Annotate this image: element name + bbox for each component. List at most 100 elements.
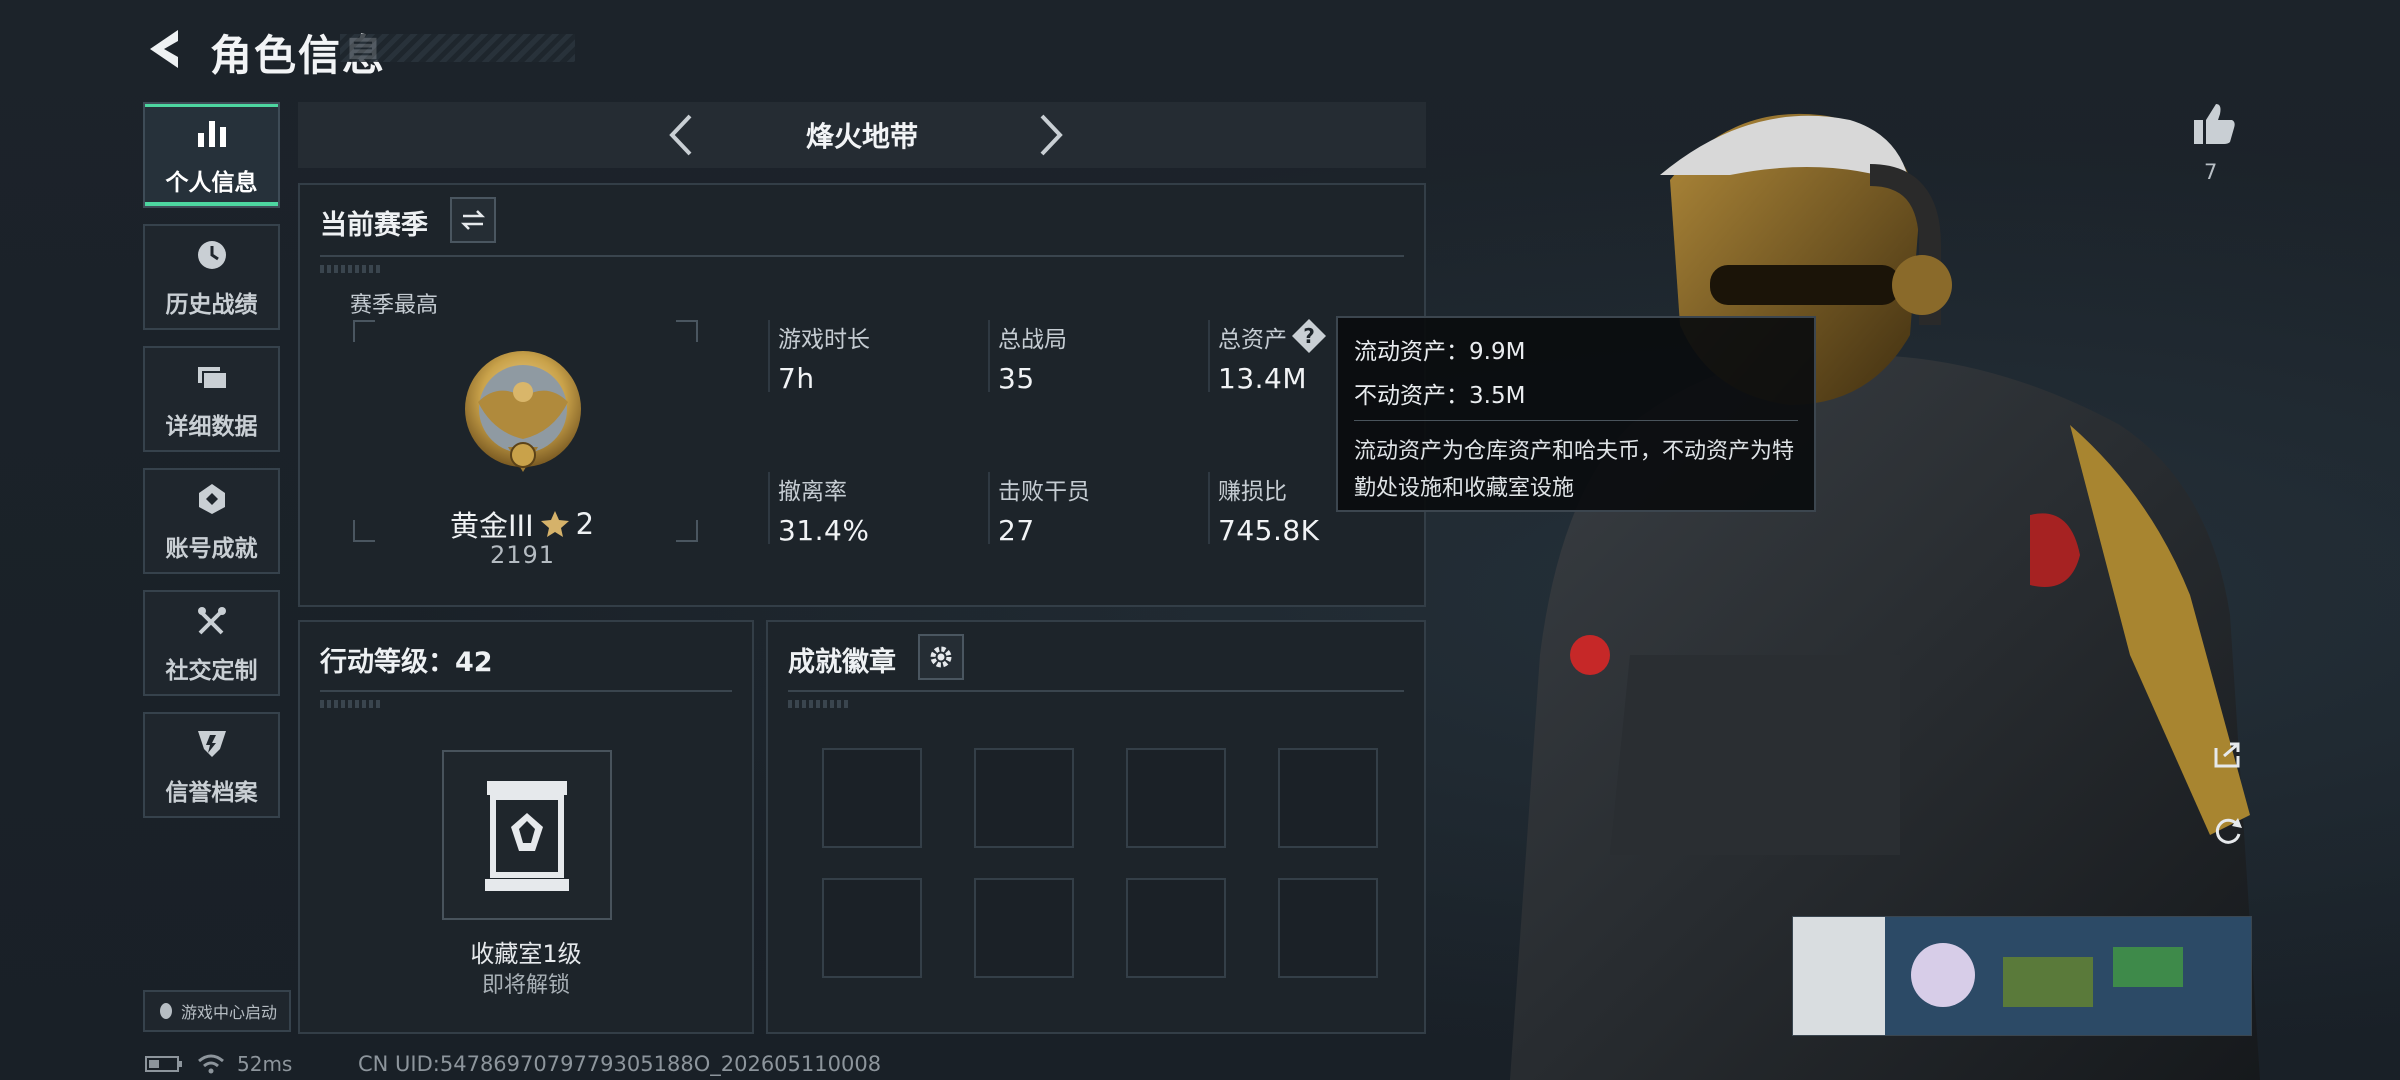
like-button[interactable] [2190,100,2238,152]
share-icon [2214,742,2240,768]
sidebar-item-social[interactable]: 社交定制 [143,590,280,696]
tooltip-divider [1354,420,1798,421]
gear-icon [930,646,952,668]
rank-name: 黄金III 2 [450,503,594,545]
stat-value: 13.4M [1218,362,1308,395]
assets-help-button[interactable]: ? [1290,317,1328,359]
badge-slot[interactable] [974,748,1074,848]
wifi-icon [198,1054,224,1074]
rank-stars: 2 [575,507,595,541]
sidebar-item-label: 账号成就 [165,536,258,562]
badges-settings-button[interactable] [918,634,964,680]
battery-icon [145,1056,182,1072]
divider-stripe [320,265,380,273]
sidebar-item-achievements[interactable]: 账号成就 [143,468,280,574]
stat-label: 撤离率 [778,479,847,505]
share-button[interactable] [2206,732,2250,776]
game-center-label: 游戏中心启动 [180,1003,277,1022]
collection-room-title: 收藏室1级 [470,940,582,968]
stat-playtime: 游戏时长 7h [768,320,870,395]
rank-score: 2191 [490,541,556,569]
refresh-icon [2215,818,2242,844]
mode-prev-button[interactable] [660,112,704,162]
badge-slot[interactable] [1278,878,1378,978]
shield-icon [192,723,232,763]
sidebar-item-reputation[interactable]: 信誉档案 [143,712,280,818]
mode-title: 烽火地带 [805,120,918,153]
status-bar: 52ms [145,1052,292,1076]
star-icon [540,511,569,537]
badge-slot[interactable] [1126,878,1226,978]
stat-label: 击败干员 [998,479,1090,505]
collection-room-icon [485,781,569,891]
question-icon: ? [1292,319,1326,353]
badge-slot[interactable] [1126,748,1226,848]
season-panel: 当前赛季 赛季最高 黄金III 2 2191 游戏时长 7h 总战局 35 总资… [298,183,1426,607]
action-level-header: 行动等级：42 [320,647,493,678]
stat-value: 31.4% [778,514,870,547]
sidebar: 个人信息 历史战绩 详细数据 账号成就 社交定制 信誉档案 [143,102,280,834]
divider [320,255,1404,257]
collection-room-button[interactable] [442,750,612,920]
divider-stripe [320,700,380,708]
stat-value: 745.8K [1218,514,1320,547]
tools-icon [192,601,232,641]
stat-label: 赚损比 [1218,479,1287,505]
stat-value: 35 [998,362,1035,395]
stat-kills: 击败干员 27 [988,472,1090,547]
swap-icon [460,210,486,230]
collection-room-status: 即将解锁 [481,973,570,998]
stat-label: 总战局 [998,327,1067,353]
stat-total-matches: 总战局 35 [988,320,1067,395]
tooltip-liquid-assets: 流动资产：9.9M [1354,339,1526,365]
assets-tooltip: 流动资产：9.9M 不动资产：3.5M 流动资产为仓库资产和哈夫币，不动资产为特… [1336,316,1816,512]
mode-next-button[interactable] [1028,112,1072,162]
badge-slot[interactable] [1278,748,1378,848]
chevron-left-icon [669,114,692,156]
badges-header: 成就徽章 [788,647,896,678]
stat-label: 游戏时长 [778,327,870,353]
action-level-panel: 行动等级：42 收藏室1级 即将解锁 [298,620,754,1034]
penguin-icon [159,1003,172,1019]
clock-icon [192,235,232,275]
divider-stripe [788,700,848,708]
badge-icon [192,479,232,519]
badge-slot[interactable] [974,878,1074,978]
sidebar-item-label: 个人信息 [165,170,258,196]
sidebar-item-label: 社交定制 [165,658,258,684]
sidebar-item-label: 信誉档案 [165,780,258,806]
season-switch-button[interactable] [450,197,496,243]
badge-slot[interactable] [822,748,922,848]
stat-value: 7h [778,362,815,395]
back-button[interactable] [140,24,190,74]
sidebar-item-personal-info[interactable]: 个人信息 [143,102,280,208]
sidebar-item-history[interactable]: 历史战绩 [143,224,280,330]
mode-selector: 烽火地带 [298,102,1426,168]
tooltip-fixed-assets: 不动资产：3.5M [1354,383,1526,409]
achievement-badges-panel: 成就徽章 [766,620,1426,1034]
live-stream-thumbnail[interactable] [1792,916,2252,1036]
svg-text:?: ? [1303,324,1315,348]
badge-slot[interactable] [822,878,922,978]
stat-value: 27 [998,514,1035,547]
folder-icon [192,357,232,397]
gold-rank-medal-icon [458,347,588,487]
sidebar-item-label: 历史战绩 [165,292,258,318]
game-center-button[interactable]: 游戏中心启动 [143,990,291,1032]
chevron-right-icon [1040,114,1063,156]
thumbs-up-icon [2194,104,2235,144]
ping-value: 52ms [237,1052,293,1076]
bar-chart-icon [192,113,232,153]
sidebar-item-label: 详细数据 [165,414,258,440]
uid-text: CN UID:5478697079779305188O_202605110008 [358,1052,882,1076]
back-arrow-icon [150,30,178,68]
like-count: 7 [2204,160,2218,184]
rank-title: 黄金III [450,509,534,543]
sidebar-item-detailed-data[interactable]: 详细数据 [143,346,280,452]
rotate-button[interactable] [2206,808,2250,852]
season-best-label: 赛季最高 [350,293,439,318]
tooltip-description: 流动资产为仓库资产和哈夫币，不动资产为特勤处设施和收藏室设施 [1354,439,1795,501]
title-decoration [340,34,575,62]
stat-profit-ratio: 赚损比 745.8K [1208,472,1320,547]
divider [788,690,1404,692]
